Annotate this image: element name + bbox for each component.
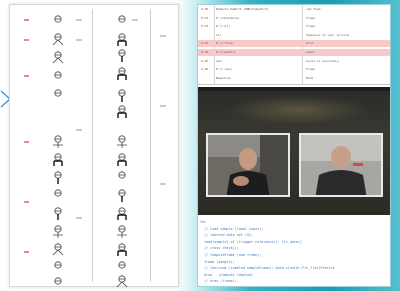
video-tile-right[interactable] <box>299 133 383 197</box>
row-value: Frame <box>306 15 316 20</box>
row-value: Grid <box>306 41 314 46</box>
diagram-node <box>50 187 66 203</box>
diagram-node <box>50 241 66 257</box>
diagram-node <box>114 87 130 103</box>
row-name: sat <box>216 58 222 63</box>
diagram-node <box>50 205 66 221</box>
diagram-node <box>114 133 130 149</box>
row-id: 0.00 <box>201 7 209 11</box>
margin-mark <box>24 141 29 143</box>
diagram-node <box>50 133 66 149</box>
code-line: draw (Compute labeled) <box>200 272 254 277</box>
diagram-node <box>50 31 66 47</box>
row-name: P'(r-vec) <box>216 67 233 72</box>
table-row[interactable]: Ltr Sequence of user actions <box>198 32 390 39</box>
state-diagram-panel <box>9 4 179 289</box>
code-listing: for // Load sample (label input); // lab… <box>198 217 390 286</box>
table-row[interactable]: 0.02 P'(r(t)) Frame <box>198 23 390 30</box>
code-line: // Conclude (Labeled sampleFrame); data-… <box>200 266 335 271</box>
margin-mark <box>76 39 82 41</box>
code-line: // labeled data set (0); <box>200 233 254 238</box>
row-value: Node <box>306 75 314 80</box>
row-name: P'(r(t)) <box>216 24 231 29</box>
row-name: P'(reference) <box>216 15 240 20</box>
row-id: 0.05 <box>201 58 209 63</box>
table-row[interactable]: 0.06 P'(r-vec) Frame <box>198 66 390 73</box>
row-id: 0.02 <box>201 24 209 29</box>
column-divider <box>150 9 151 282</box>
diagram-node <box>50 275 66 291</box>
margin-mark <box>24 201 29 203</box>
code-line: // cross check(); <box>200 246 239 251</box>
diagram-node <box>114 65 130 81</box>
code-line: // ComputeFrame (new frame); <box>200 253 262 257</box>
code-line: // draw (frame); <box>200 279 237 284</box>
diagram-node <box>50 13 66 29</box>
table-row[interactable]: 0.05 sat Scale is available <box>198 58 390 65</box>
column-divider <box>92 9 93 282</box>
video-player[interactable] <box>198 87 390 215</box>
margin-mark <box>76 217 82 219</box>
analysis-panel: 0.00 Roberts DeWitt (OWD/Comwatch) cam Fee… <box>197 4 391 287</box>
feature-table: 0.00 Roberts DeWitt (OWD/Comwatch) cam Fee… <box>198 5 390 85</box>
diagram-node <box>114 223 130 239</box>
diagram-node <box>114 241 130 257</box>
diagram-node <box>114 13 130 29</box>
table-row[interactable]: 0.01 P'(reference) Frame <box>198 15 390 22</box>
margin-mark <box>24 19 29 21</box>
diagram-node <box>50 87 66 103</box>
video-tile-left[interactable] <box>206 133 290 197</box>
diagram-node <box>114 151 130 167</box>
diagram-node <box>114 47 130 63</box>
code-line: load(sample) of (trigger reference)); fi… <box>200 239 303 244</box>
margin-mark <box>160 35 166 37</box>
diagram-node <box>114 273 130 289</box>
row-name: P'(r-flip) <box>216 41 235 46</box>
row-value: Frame <box>306 24 316 29</box>
row-name: Baseline <box>216 75 231 80</box>
diagram-node <box>114 205 130 221</box>
code-line: // Load sample (label input); <box>200 226 264 231</box>
video-toolbar <box>198 87 390 91</box>
row-name: Roberts DeWitt (OWD/Comwatch) <box>216 7 269 11</box>
row-value: Sequence of user actions <box>306 32 350 37</box>
video-backdrop <box>228 95 368 125</box>
margin-mark <box>24 75 29 77</box>
margin-mark <box>76 19 82 21</box>
row-value: cam Feed <box>306 7 321 11</box>
participant-right-image <box>301 135 381 195</box>
diagram-node <box>50 223 66 239</box>
code-line: frame (sample); <box>200 259 235 264</box>
row-id: 0.03 <box>201 41 209 46</box>
diagram-node <box>114 187 130 203</box>
diagram-node <box>50 169 66 185</box>
row-value: Frame <box>306 67 316 72</box>
diagram-node <box>114 103 130 119</box>
margin-mark <box>24 39 29 41</box>
diagram-node <box>50 259 66 275</box>
participant-left-image <box>208 135 288 195</box>
diagram-node <box>50 49 66 65</box>
diagram-node <box>114 31 130 47</box>
row-name: Ltr <box>216 32 222 37</box>
margin-mark <box>160 105 166 107</box>
margin-mark <box>24 251 29 253</box>
row-name: P'(r(edit)) <box>216 50 236 54</box>
row-value: Label <box>306 50 316 54</box>
diagram-node <box>50 151 66 167</box>
table-row[interactable]: 0.03 P'(r-flip) Grid <box>198 40 390 48</box>
code-line: for <box>200 220 207 224</box>
margin-mark <box>132 19 138 21</box>
margin-mark <box>160 183 166 185</box>
row-id: 0.04 <box>201 50 209 54</box>
diagram-node <box>50 69 66 85</box>
margin-mark <box>76 129 82 131</box>
row-id: 0.01 <box>201 15 209 20</box>
table-row[interactable]: Baseline Node <box>198 75 390 82</box>
table-row[interactable]: 0.00 Roberts DeWitt (OWD/Comwatch) cam Fee… <box>198 6 390 13</box>
diagram-node <box>114 169 130 185</box>
row-id: 0.06 <box>201 67 209 72</box>
row-value: Scale is available <box>306 58 339 63</box>
table-row[interactable]: 0.04 P'(r(edit)) Label <box>198 49 390 56</box>
